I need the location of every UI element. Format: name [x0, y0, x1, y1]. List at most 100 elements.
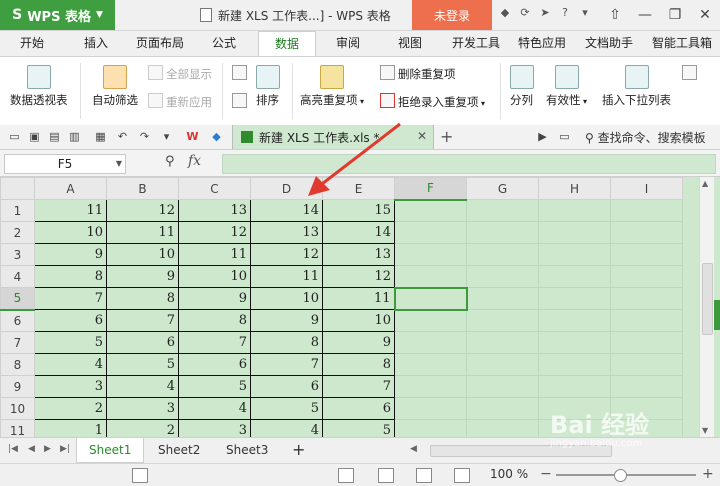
- export-pdf-icon[interactable]: ▦: [94, 130, 107, 143]
- chevron-down-icon[interactable]: ▾: [578, 6, 592, 20]
- cell[interactable]: 8: [250, 331, 323, 354]
- cell[interactable]: 13: [178, 199, 251, 222]
- folder-icon[interactable]: ▭: [8, 130, 21, 143]
- close-icon[interactable]: ✕: [417, 129, 427, 143]
- sheet-tab-3[interactable]: Sheet3: [214, 438, 280, 462]
- cell[interactable]: 5: [106, 353, 179, 376]
- tab-doc-assistant[interactable]: 文档助手: [578, 31, 640, 56]
- cell[interactable]: 5: [250, 397, 323, 420]
- redo-icon[interactable]: ↷: [138, 130, 151, 143]
- cell[interactable]: [466, 287, 539, 310]
- play-icon[interactable]: ▶: [536, 130, 549, 143]
- cell[interactable]: 4: [178, 397, 251, 420]
- cell[interactable]: [538, 331, 611, 354]
- cell[interactable]: 8: [34, 265, 107, 288]
- cell[interactable]: 2: [34, 397, 107, 420]
- cell[interactable]: [610, 221, 683, 244]
- cell[interactable]: [466, 265, 539, 288]
- cell[interactable]: [538, 375, 611, 398]
- cell[interactable]: 10: [178, 265, 251, 288]
- column-header[interactable]: A: [34, 177, 107, 200]
- highlight-duplicates-button[interactable]: 高亮重复项 ▾: [300, 65, 364, 108]
- cell[interactable]: [538, 309, 611, 332]
- row-header[interactable]: 5: [0, 287, 35, 311]
- cell[interactable]: 5: [34, 331, 107, 354]
- row-header[interactable]: 6: [0, 309, 35, 332]
- cell[interactable]: 8: [106, 287, 179, 310]
- print-preview-icon[interactable]: ▤: [48, 130, 61, 143]
- tab-data[interactable]: 数据: [258, 31, 316, 58]
- name-box[interactable]: F5 ▼: [4, 154, 126, 174]
- formula-input[interactable]: [222, 154, 716, 174]
- row-header[interactable]: 4: [0, 265, 35, 288]
- cell[interactable]: [466, 309, 539, 332]
- scroll-down-icon[interactable]: ▼: [702, 426, 708, 435]
- cell[interactable]: 7: [322, 375, 395, 398]
- cell[interactable]: 9: [34, 243, 107, 266]
- row-header[interactable]: 2: [0, 221, 35, 244]
- page-layout-view-icon[interactable]: [378, 468, 394, 483]
- side-panel-toggle[interactable]: [714, 300, 720, 330]
- command-search[interactable]: ⚲ 查找命令、搜索模板: [585, 129, 706, 146]
- column-header[interactable]: H: [538, 177, 611, 200]
- cell[interactable]: [610, 265, 683, 288]
- pivot-table-button[interactable]: 数据透视表: [10, 65, 68, 108]
- cell[interactable]: 6: [34, 309, 107, 332]
- cell[interactable]: 14: [322, 221, 395, 244]
- cell[interactable]: 6: [178, 353, 251, 376]
- row-header[interactable]: 3: [0, 243, 35, 266]
- column-header[interactable]: G: [466, 177, 539, 200]
- cell[interactable]: 9: [178, 287, 251, 310]
- fx-icon[interactable]: fx: [188, 153, 201, 169]
- cell[interactable]: [466, 243, 539, 266]
- cell[interactable]: [538, 199, 611, 222]
- autofilter-button[interactable]: 自动筛选: [92, 65, 138, 108]
- column-header[interactable]: F: [394, 177, 467, 201]
- sort-descending-button[interactable]: [232, 93, 250, 109]
- cell[interactable]: [610, 243, 683, 266]
- tab-formula[interactable]: 公式: [200, 31, 248, 56]
- cell[interactable]: 3: [106, 397, 179, 420]
- skin-icon[interactable]: ◆: [498, 6, 512, 20]
- cell[interactable]: 7: [106, 309, 179, 332]
- zoom-in-icon[interactable]: +: [702, 466, 714, 482]
- tab-view[interactable]: 视图: [386, 31, 434, 56]
- share-icon[interactable]: ➤: [538, 6, 552, 20]
- cell[interactable]: [393, 286, 468, 311]
- tab-smart-toolbox[interactable]: 智能工具箱: [646, 31, 718, 56]
- reapply-button[interactable]: 重新应用: [148, 93, 212, 110]
- select-all-corner[interactable]: [0, 177, 35, 200]
- column-header[interactable]: E: [322, 177, 395, 200]
- cell[interactable]: 3: [34, 375, 107, 398]
- refresh-icon[interactable]: ⟳: [518, 6, 532, 20]
- tab-featured[interactable]: 特色应用: [512, 31, 572, 56]
- cell[interactable]: [466, 199, 539, 222]
- cell[interactable]: 9: [322, 331, 395, 354]
- sheet-tab-1[interactable]: Sheet1: [76, 438, 145, 463]
- app-menu-button[interactable]: S WPS 表格 ▼: [0, 0, 115, 30]
- cell[interactable]: 11: [178, 243, 251, 266]
- validity-button[interactable]: 有效性 ▾: [546, 65, 587, 108]
- cell[interactable]: [538, 353, 611, 376]
- cell[interactable]: 7: [250, 353, 323, 376]
- cell[interactable]: 4: [106, 375, 179, 398]
- cell[interactable]: [394, 375, 467, 398]
- cell[interactable]: 9: [106, 265, 179, 288]
- cell[interactable]: [538, 243, 611, 266]
- cell[interactable]: 5: [178, 375, 251, 398]
- sheet-tab-2[interactable]: Sheet2: [146, 438, 212, 462]
- cell[interactable]: [394, 397, 467, 420]
- zoom-slider[interactable]: [556, 469, 696, 482]
- cell[interactable]: [610, 353, 683, 376]
- minimize-icon[interactable]: —: [630, 0, 660, 30]
- cell[interactable]: 11: [34, 199, 107, 222]
- cell[interactable]: [610, 287, 683, 310]
- more-tools-button[interactable]: [682, 65, 700, 81]
- cell[interactable]: 6: [322, 397, 395, 420]
- last-sheet-icon[interactable]: ▶|: [60, 444, 70, 454]
- column-header[interactable]: B: [106, 177, 179, 200]
- zoom-slider-knob[interactable]: [614, 469, 627, 482]
- cell[interactable]: 11: [322, 287, 395, 310]
- cell[interactable]: 4: [34, 353, 107, 376]
- cell[interactable]: 12: [250, 243, 323, 266]
